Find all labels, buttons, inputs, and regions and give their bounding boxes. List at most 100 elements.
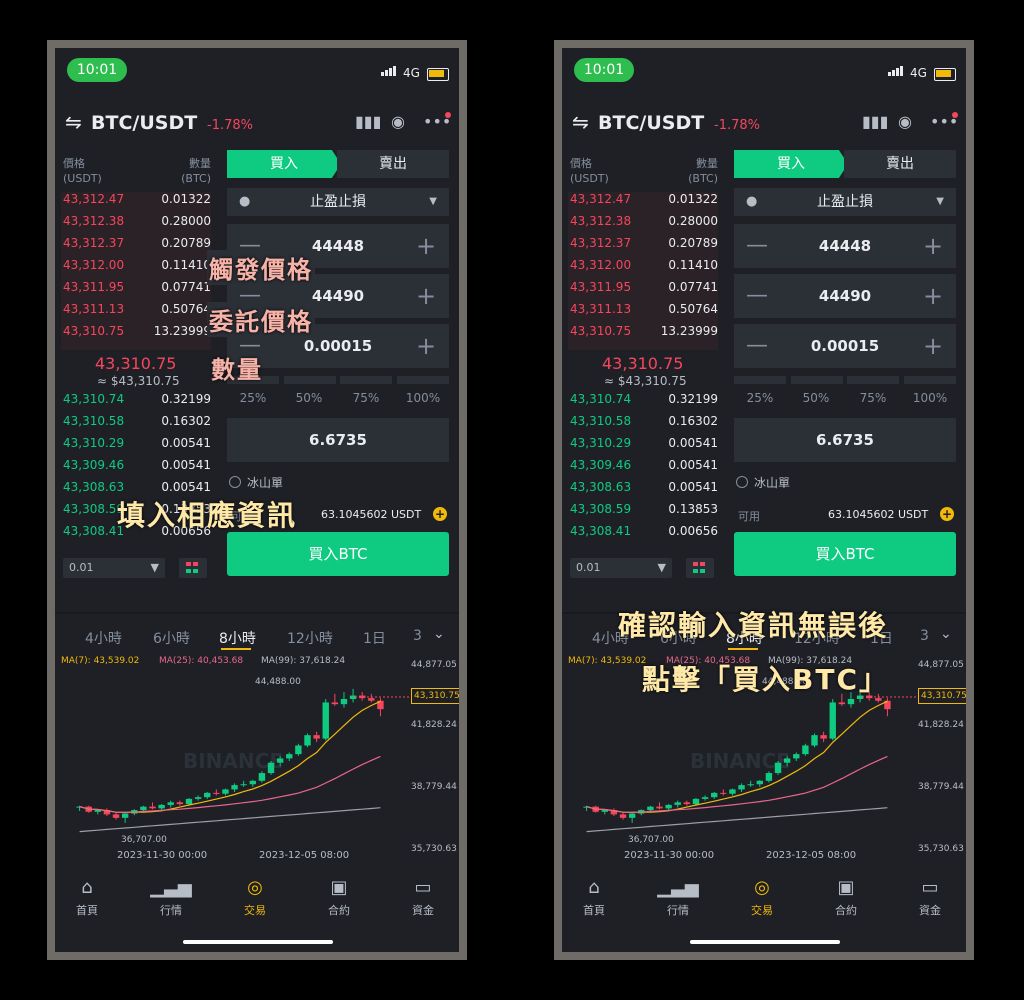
percent-100[interactable]: 100%: [395, 391, 451, 405]
nav-markets[interactable]: ▁▃▅ 行情: [141, 874, 201, 918]
percent-25[interactable]: 25%: [732, 391, 788, 405]
nav-futures[interactable]: ▣ 合約: [309, 874, 369, 918]
swap-pair-icon[interactable]: ⇋: [65, 110, 82, 134]
nav-markets[interactable]: ▁▃▅ 行情: [648, 874, 708, 918]
ask-row[interactable]: 43,312.47 0.01322: [568, 188, 718, 210]
ask-row[interactable]: 43,312.37 0.20789: [61, 232, 211, 254]
ask-row[interactable]: 43,312.47 0.01322: [61, 188, 211, 210]
info-icon[interactable]: ●: [746, 188, 757, 216]
ask-row[interactable]: 43,312.00 0.11410: [61, 254, 211, 276]
depth-select[interactable]: 0.01 ▼: [570, 558, 672, 578]
pair-title[interactable]: BTC/USDT: [598, 112, 704, 134]
limit-price-field[interactable]: —44490 +: [734, 274, 956, 318]
bot-icon[interactable]: ◉: [391, 112, 405, 131]
tab-timeframe-3[interactable]: 3: [413, 628, 422, 644]
pair-title[interactable]: BTC/USDT: [91, 112, 197, 134]
chevron-down-icon[interactable]: ⌄: [433, 626, 445, 642]
nav-futures[interactable]: ▣ 合約: [816, 874, 876, 918]
total-field[interactable]: 6.6735: [734, 418, 956, 462]
tab-timeframe-3[interactable]: 3: [920, 628, 929, 644]
tab-buy[interactable]: 買入: [734, 150, 848, 178]
tab-sell[interactable]: 賣出: [844, 150, 956, 178]
ask-row[interactable]: 43,310.75 13.23999: [61, 320, 211, 342]
bid-row[interactable]: 43,310.29 0.00541: [568, 432, 718, 454]
bid-row[interactable]: 43,309.46 0.00541: [61, 454, 211, 476]
tab-timeframe-6h[interactable]: 6小時: [153, 628, 190, 648]
order-type-select[interactable]: ● 止盈止損 ▼: [227, 188, 449, 216]
nav-trade[interactable]: ◎ 交易: [225, 874, 285, 918]
percent-75[interactable]: 75%: [845, 391, 901, 405]
tab-timeframe-1d[interactable]: 1日: [363, 628, 386, 648]
plus-icon[interactable]: +: [920, 274, 946, 318]
buy-btc-button[interactable]: 買入BTC: [734, 532, 956, 576]
candle-body: [619, 814, 627, 818]
bid-row[interactable]: 43,310.29 0.00541: [61, 432, 211, 454]
candle-body: [875, 698, 882, 701]
percent-50[interactable]: 50%: [788, 391, 844, 405]
order-type-select[interactable]: ● 止盈止損 ▼: [734, 188, 956, 216]
bid-row[interactable]: 43,309.46 0.00541: [568, 454, 718, 476]
date-label-1: 2023-11-30 00:00: [624, 850, 715, 861]
percent-50[interactable]: 50%: [281, 391, 337, 405]
minus-icon[interactable]: —: [744, 224, 770, 268]
swap-pair-icon[interactable]: ⇋: [572, 110, 589, 134]
status-time: 10:01: [574, 58, 634, 82]
orderbook-layout-icon[interactable]: [686, 558, 714, 578]
chevron-down-icon[interactable]: ⌄: [940, 626, 952, 642]
transfer-plus-icon[interactable]: +: [433, 507, 447, 521]
bid-row[interactable]: 43,310.74 0.32199: [61, 388, 211, 410]
ask-row[interactable]: 43,311.13 0.50764: [61, 298, 211, 320]
bot-icon[interactable]: ◉: [898, 112, 912, 131]
ask-row[interactable]: 43,312.37 0.20789: [568, 232, 718, 254]
candlestick-icon[interactable]: ▮▮▮: [355, 112, 381, 131]
iceberg-radio[interactable]: [736, 476, 748, 488]
percent-25[interactable]: 25%: [225, 391, 281, 405]
ask-row[interactable]: 43,311.13 0.50764: [568, 298, 718, 320]
plus-icon[interactable]: +: [413, 324, 439, 368]
candle-body: [765, 773, 773, 781]
ask-row[interactable]: 43,311.95 0.07741: [61, 276, 211, 298]
bid-row[interactable]: 43,308.63 0.00541: [568, 476, 718, 498]
tab-timeframe-8h[interactable]: 8小時: [219, 628, 256, 648]
tab-buy[interactable]: 買入: [227, 150, 341, 178]
info-icon[interactable]: ●: [239, 188, 250, 216]
ask-row[interactable]: 43,312.38 0.28000: [568, 210, 718, 232]
orderbook-layout-icon[interactable]: [179, 558, 207, 578]
transfer-plus-icon[interactable]: +: [940, 507, 954, 521]
ask-row[interactable]: 43,310.75 13.23999: [568, 320, 718, 342]
ask-row[interactable]: 43,312.00 0.11410: [568, 254, 718, 276]
buy-btc-button[interactable]: 買入BTC: [227, 532, 449, 576]
bid-row[interactable]: 43,310.74 0.32199: [568, 388, 718, 410]
trigger-price-field[interactable]: —44448 +: [734, 224, 956, 268]
bid-row[interactable]: 43,310.58 0.16302: [568, 410, 718, 432]
plus-icon[interactable]: +: [413, 224, 439, 268]
tab-sell[interactable]: 賣出: [337, 150, 449, 178]
available-label: 可用: [738, 510, 760, 523]
total-field[interactable]: 6.6735: [227, 418, 449, 462]
candlestick-chart[interactable]: BINANCE 44,488.00 36,707.00: [55, 664, 459, 864]
bid-row[interactable]: 43,308.41 0.00656: [568, 520, 718, 542]
ask-row[interactable]: 43,311.95 0.07741: [568, 276, 718, 298]
candlestick-icon[interactable]: ▮▮▮: [862, 112, 888, 131]
bid-row[interactable]: 43,308.59 0.13853: [568, 498, 718, 520]
nav-wallet[interactable]: ▭ 資金: [900, 874, 960, 918]
nav-home[interactable]: ⌂ 首頁: [57, 874, 117, 918]
tab-timeframe-4h[interactable]: 4小時: [85, 628, 122, 648]
nav-wallet[interactable]: ▭ 資金: [393, 874, 453, 918]
tab-timeframe-12h[interactable]: 12小時: [287, 628, 333, 648]
nav-trade[interactable]: ◎ 交易: [732, 874, 792, 918]
ask-row[interactable]: 43,312.38 0.28000: [61, 210, 211, 232]
percent-100[interactable]: 100%: [902, 391, 958, 405]
plus-icon[interactable]: +: [920, 224, 946, 268]
bid-row[interactable]: 43,310.58 0.16302: [61, 410, 211, 432]
minus-icon[interactable]: —: [744, 274, 770, 318]
plus-icon[interactable]: +: [920, 324, 946, 368]
depth-select[interactable]: 0.01 ▼: [63, 558, 165, 578]
percent-slider[interactable]: [734, 376, 956, 384]
nav-home[interactable]: ⌂ 首頁: [564, 874, 624, 918]
iceberg-radio[interactable]: [229, 476, 241, 488]
amount-field[interactable]: —0.00015 +: [734, 324, 956, 368]
minus-icon[interactable]: —: [744, 324, 770, 368]
percent-75[interactable]: 75%: [338, 391, 394, 405]
plus-icon[interactable]: +: [413, 274, 439, 318]
